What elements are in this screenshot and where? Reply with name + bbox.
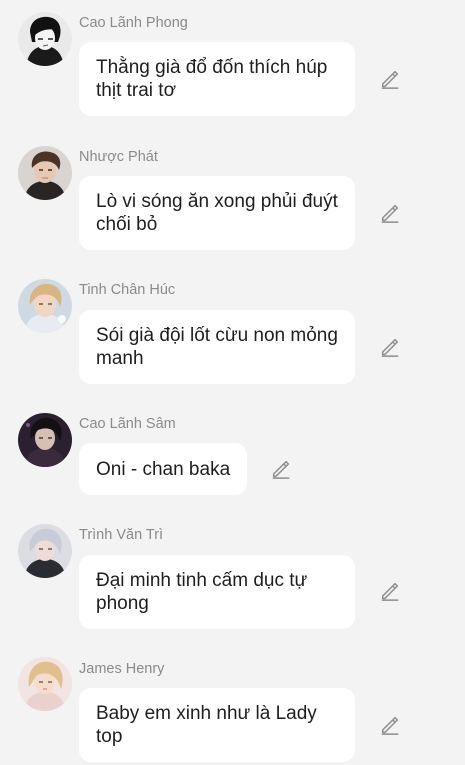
sender-name: Cao Lãnh Phong	[79, 15, 188, 31]
message-bubble[interactable]: Thằng già đổ đốn thích húp thịt trai tơ	[79, 42, 355, 116]
edit-icon[interactable]	[379, 714, 401, 736]
edit-icon[interactable]	[379, 68, 401, 90]
avatar[interactable]	[18, 279, 72, 333]
avatar[interactable]	[18, 657, 72, 711]
message-text: Thằng già đổ đốn thích húp thịt trai tơ	[96, 57, 328, 101]
edit-icon[interactable]	[379, 580, 401, 602]
avatar-blonde-pink-icon	[18, 657, 72, 711]
edit-icon[interactable]	[379, 202, 401, 224]
message-bubble[interactable]: Sói già đội lốt cừu non mỏng manh	[79, 310, 355, 384]
sender-name: Tinh Chân Húc	[79, 282, 176, 298]
message-thread: Cao Lãnh Phong Thằng già đổ đốn thích hú…	[0, 0, 465, 765]
avatar-blonde-hair-icon	[18, 279, 72, 333]
message-text: Baby em xinh như là Lady top	[96, 703, 317, 747]
sender-name: Cao Lãnh Sâm	[79, 416, 176, 432]
message-bubble[interactable]: Oni - chan baka	[79, 443, 247, 495]
edit-icon[interactable]	[270, 458, 292, 480]
edit-icon[interactable]	[379, 336, 401, 358]
avatar-brown-hair-icon	[18, 146, 72, 200]
message-text: Đại minh tinh cấm dục tự phong	[96, 570, 308, 614]
avatar-dark-hair-sketch-icon	[18, 12, 72, 66]
avatar[interactable]	[18, 12, 72, 66]
message-text: Oni - chan baka	[96, 458, 231, 480]
avatar-silver-hair-icon	[18, 524, 72, 578]
message-text: Lò vi sóng ăn xong phủi đuýt chối bỏ	[96, 191, 338, 235]
avatar[interactable]	[18, 413, 72, 467]
sender-name: James Henry	[79, 661, 165, 677]
message-bubble[interactable]: Baby em xinh như là Lady top	[79, 688, 355, 762]
avatar[interactable]	[18, 146, 72, 200]
sender-name: Trình Văn Trì	[79, 527, 164, 543]
message-bubble[interactable]: Đại minh tinh cấm dục tự phong	[79, 555, 355, 629]
message-text: Sói già đội lốt cừu non mỏng manh	[96, 325, 338, 369]
message-bubble[interactable]: Lò vi sóng ăn xong phủi đuýt chối bỏ	[79, 176, 355, 250]
avatar-dark-purple-icon	[18, 413, 72, 467]
sender-name: Nhược Phát	[79, 149, 158, 165]
avatar[interactable]	[18, 524, 72, 578]
